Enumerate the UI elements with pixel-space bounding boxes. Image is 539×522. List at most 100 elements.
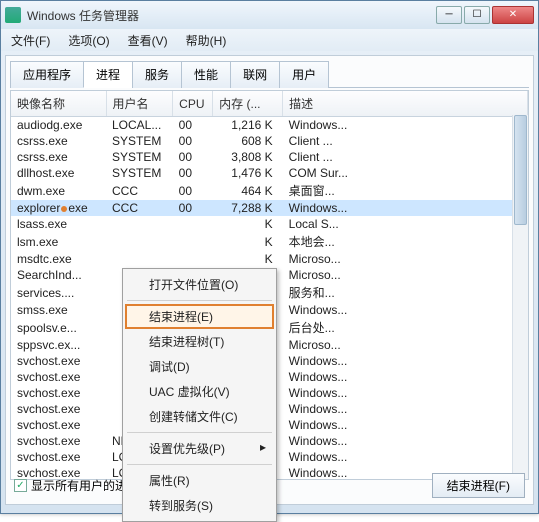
table-row[interactable]: dllhost.exeSYSTEM001,476 KCOM Sur... (11, 165, 528, 181)
maximize-button[interactable]: ☐ (464, 6, 490, 24)
cell-user: SYSTEM (106, 133, 173, 149)
cell-mem: 608 K (213, 133, 283, 149)
cell-user: SYSTEM (106, 165, 173, 181)
cell-name: svchost.exe (11, 369, 106, 385)
cell-name: services.... (11, 283, 106, 302)
menu-view[interactable]: 查看(V) (124, 30, 172, 51)
tab-services[interactable]: 服务 (132, 61, 182, 88)
cell-mem: 464 K (213, 181, 283, 200)
minimize-button[interactable]: ─ (436, 6, 462, 24)
cell-desc: Windows... (283, 433, 528, 449)
menu-options[interactable]: 选项(O) (64, 30, 113, 51)
cell-desc: Windows... (283, 200, 528, 216)
task-manager-window: Windows 任务管理器 ─ ☐ ✕ 文件(F) 选项(O) 查看(V) 帮助… (0, 0, 539, 514)
col-memory[interactable]: 内存 (... (213, 91, 283, 117)
scrollbar[interactable] (512, 115, 528, 479)
cell-desc: Windows... (283, 353, 528, 369)
cell-desc: Client ... (283, 149, 528, 165)
table-row[interactable]: csrss.exeSYSTEM003,808 KClient ... (11, 149, 528, 165)
cell-cpu: 00 (173, 165, 213, 181)
ctx-end-process[interactable]: 结束进程(E) (125, 304, 274, 329)
cell-desc: Windows... (283, 369, 528, 385)
tab-processes[interactable]: 进程 (83, 61, 133, 88)
cell-name: lsass.exe (11, 216, 106, 232)
col-user[interactable]: 用户名 (106, 91, 173, 117)
ctx-dump[interactable]: 创建转储文件(C) (125, 404, 274, 429)
cell-name: msdtc.exe (11, 251, 106, 267)
cell-name: svchost.exe (11, 433, 106, 449)
cell-name: SearchInd... (11, 267, 106, 283)
table-row[interactable]: lsm.exeK本地会... (11, 232, 528, 251)
cell-user: SYSTEM (106, 149, 173, 165)
ctx-uac[interactable]: UAC 虚拟化(V) (125, 379, 274, 404)
cell-user: LOCAL... (106, 117, 173, 134)
cell-desc: Windows... (283, 417, 528, 433)
col-image-name[interactable]: 映像名称 (11, 91, 106, 117)
cell-cpu: 00 (173, 181, 213, 200)
table-row[interactable]: audiodg.exeLOCAL...001,216 KWindows... (11, 117, 528, 134)
separator (127, 432, 272, 433)
cell-name: svchost.exe (11, 401, 106, 417)
cell-name: smss.exe (11, 302, 106, 318)
separator (127, 464, 272, 465)
cell-mem: K (213, 251, 283, 267)
tab-networking[interactable]: 联网 (230, 61, 280, 88)
cell-name: sppsvc.ex... (11, 337, 106, 353)
ctx-priority[interactable]: 设置优先级(P)▸ (125, 436, 274, 461)
cell-name: csrss.exe (11, 133, 106, 149)
content-area: 应用程序 进程 服务 性能 联网 用户 映像名称 用户名 CPU 内存 (...… (5, 55, 534, 505)
app-icon (5, 7, 21, 23)
ctx-properties[interactable]: 属性(R) (125, 468, 274, 493)
col-cpu[interactable]: CPU (173, 91, 213, 117)
cell-desc: Microso... (283, 337, 528, 353)
ctx-goto-service[interactable]: 转到服务(S) (125, 493, 274, 518)
cell-desc: Windows... (283, 385, 528, 401)
cell-name: explorerexe (11, 200, 106, 216)
tab-users[interactable]: 用户 (279, 61, 329, 88)
cell-mem: K (213, 216, 283, 232)
menubar: 文件(F) 选项(O) 查看(V) 帮助(H) (1, 29, 538, 51)
cell-mem: 1,216 K (213, 117, 283, 134)
cell-name: svchost.exe (11, 449, 106, 465)
cell-desc: 服务和... (283, 283, 528, 302)
cell-cpu: 00 (173, 149, 213, 165)
ctx-end-tree[interactable]: 结束进程树(T) (125, 329, 274, 354)
cell-name: spoolsv.e... (11, 318, 106, 337)
cell-name: svchost.exe (11, 385, 106, 401)
tab-applications[interactable]: 应用程序 (10, 61, 84, 88)
table-row[interactable]: csrss.exeSYSTEM00608 KClient ... (11, 133, 528, 149)
table-row[interactable]: lsass.exeKLocal S... (11, 216, 528, 232)
scroll-thumb[interactable] (514, 115, 527, 225)
cell-cpu (173, 232, 213, 251)
cell-cpu: 00 (173, 200, 213, 216)
table-row[interactable]: explorerexeCCC007,288 KWindows... (11, 200, 528, 216)
cell-desc: Windows... (283, 401, 528, 417)
cell-mem: 3,808 K (213, 149, 283, 165)
cell-desc: COM Sur... (283, 165, 528, 181)
ctx-open-location[interactable]: 打开文件位置(O) (125, 272, 274, 297)
titlebar[interactable]: Windows 任务管理器 ─ ☐ ✕ (1, 1, 538, 29)
cell-cpu (173, 251, 213, 267)
cell-mem: K (213, 232, 283, 251)
cell-name: svchost.exe (11, 417, 106, 433)
cell-desc: Windows... (283, 449, 528, 465)
cell-cpu (173, 216, 213, 232)
cell-mem: 1,476 K (213, 165, 283, 181)
col-description[interactable]: 描述 (283, 91, 528, 117)
end-process-button[interactable]: 结束进程(F) (432, 473, 525, 498)
table-row[interactable]: dwm.exeCCC00464 K桌面窗... (11, 181, 528, 200)
context-menu: 打开文件位置(O) 结束进程(E) 结束进程树(T) 调试(D) UAC 虚拟化… (122, 268, 277, 522)
close-button[interactable]: ✕ (492, 6, 534, 24)
separator (127, 300, 272, 301)
menu-file[interactable]: 文件(F) (7, 30, 54, 51)
cell-user (106, 232, 173, 251)
highlight-dot-icon (61, 206, 67, 212)
cell-desc: 桌面窗... (283, 181, 528, 200)
cell-desc: Microso... (283, 251, 528, 267)
ctx-debug[interactable]: 调试(D) (125, 354, 274, 379)
menu-help[interactable]: 帮助(H) (182, 30, 231, 51)
tab-performance[interactable]: 性能 (181, 61, 231, 88)
table-row[interactable]: msdtc.exe KMicroso... (11, 251, 528, 267)
checkbox-icon: ✓ (14, 479, 27, 492)
cell-name: dllhost.exe (11, 165, 106, 181)
